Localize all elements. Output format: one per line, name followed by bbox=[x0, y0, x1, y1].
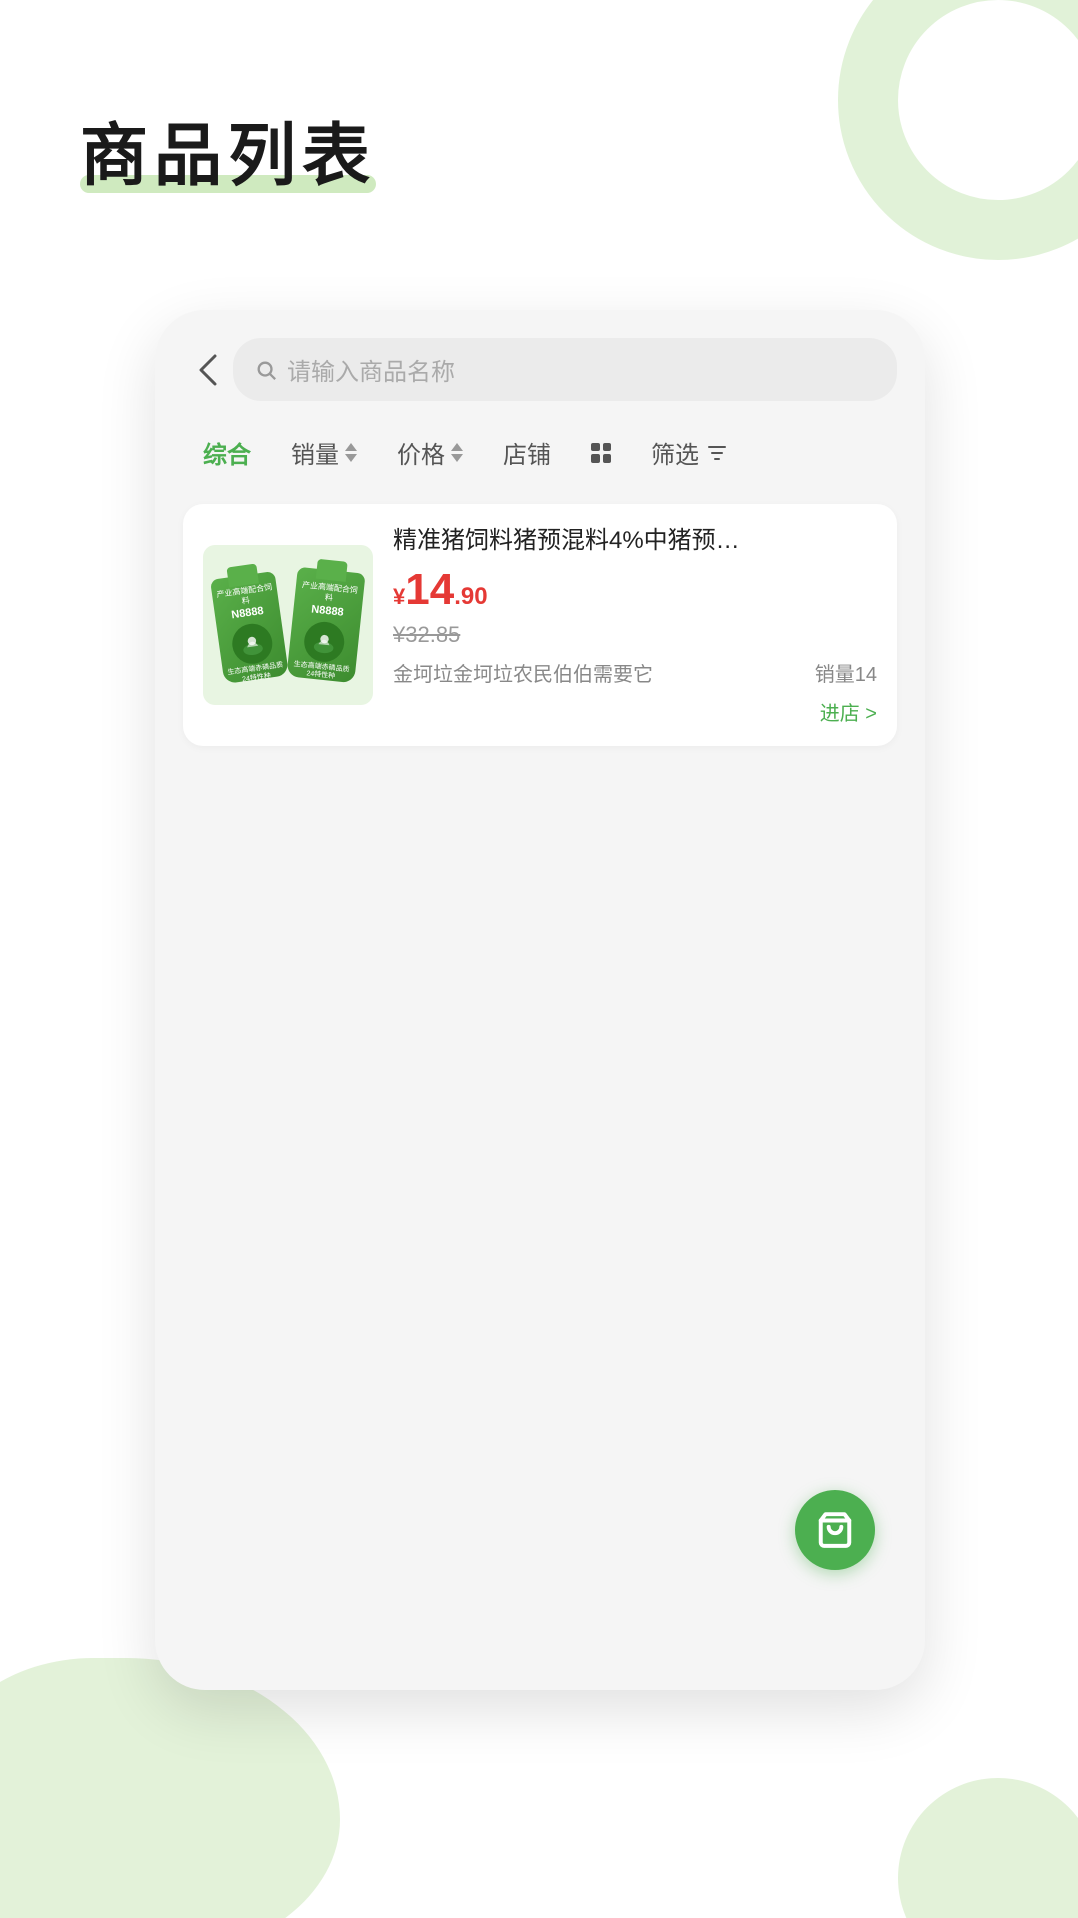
tab-comprehensive[interactable]: 综合 bbox=[183, 427, 271, 478]
search-placeholder: 请输入商品名称 bbox=[287, 352, 455, 387]
grid-icon bbox=[591, 443, 611, 463]
product-card[interactable]: Logo 产业高端配合饲料 N8888 bbox=[183, 504, 897, 746]
tab-price[interactable]: 价格 bbox=[377, 427, 483, 478]
deco-blob-bottom-right bbox=[898, 1778, 1078, 1918]
deco-circle-top bbox=[838, 0, 1078, 260]
tab-filter[interactable]: 筛选 bbox=[631, 427, 749, 478]
sales-count: 销量14 bbox=[815, 658, 877, 687]
tab-grid[interactable] bbox=[571, 435, 631, 471]
search-input-wrap[interactable]: 请输入商品名称 bbox=[233, 338, 897, 401]
original-price: ¥32.85 bbox=[393, 622, 877, 648]
search-bar: 请输入商品名称 bbox=[155, 310, 925, 417]
search-icon bbox=[255, 359, 277, 381]
tab-sales[interactable]: 销量 bbox=[271, 427, 377, 478]
product-image: Logo 产业高端配合饲料 N8888 bbox=[203, 545, 373, 705]
enter-shop-row: 进店 > bbox=[393, 697, 877, 726]
shop-name: 金坷垃金坷垃农民伯伯需要它 bbox=[393, 658, 653, 687]
product-name: 精准猪饲料猪预混料4%中猪预… bbox=[393, 524, 877, 558]
tab-shop[interactable]: 店铺 bbox=[483, 427, 571, 478]
product-meta: 金坷垃金坷垃农民伯伯需要它 销量14 bbox=[393, 658, 877, 687]
product-list: Logo 产业高端配合饲料 N8888 bbox=[155, 494, 925, 772]
enter-shop-button[interactable]: 进店 > bbox=[820, 697, 877, 726]
page-title: 商品列表 bbox=[80, 100, 376, 199]
phone-mockup: 请输入商品名称 综合 销量 价格 bbox=[155, 310, 925, 1690]
filter-tabs: 综合 销量 价格 店铺 bbox=[155, 417, 925, 494]
cart-fab[interactable] bbox=[795, 1490, 875, 1570]
back-button[interactable] bbox=[183, 345, 233, 395]
price-row: ¥ 14 .90 bbox=[393, 568, 877, 612]
product-info: 精准猪饲料猪预混料4%中猪预… ¥ 14 .90 ¥32.85 金坷垃金坷垃农民… bbox=[393, 524, 877, 726]
price-sort-icon bbox=[451, 443, 463, 462]
cart-icon bbox=[816, 1511, 854, 1549]
deco-blob-bottom bbox=[0, 1658, 340, 1918]
filter-icon bbox=[705, 441, 729, 465]
sales-sort-icon bbox=[345, 443, 357, 462]
